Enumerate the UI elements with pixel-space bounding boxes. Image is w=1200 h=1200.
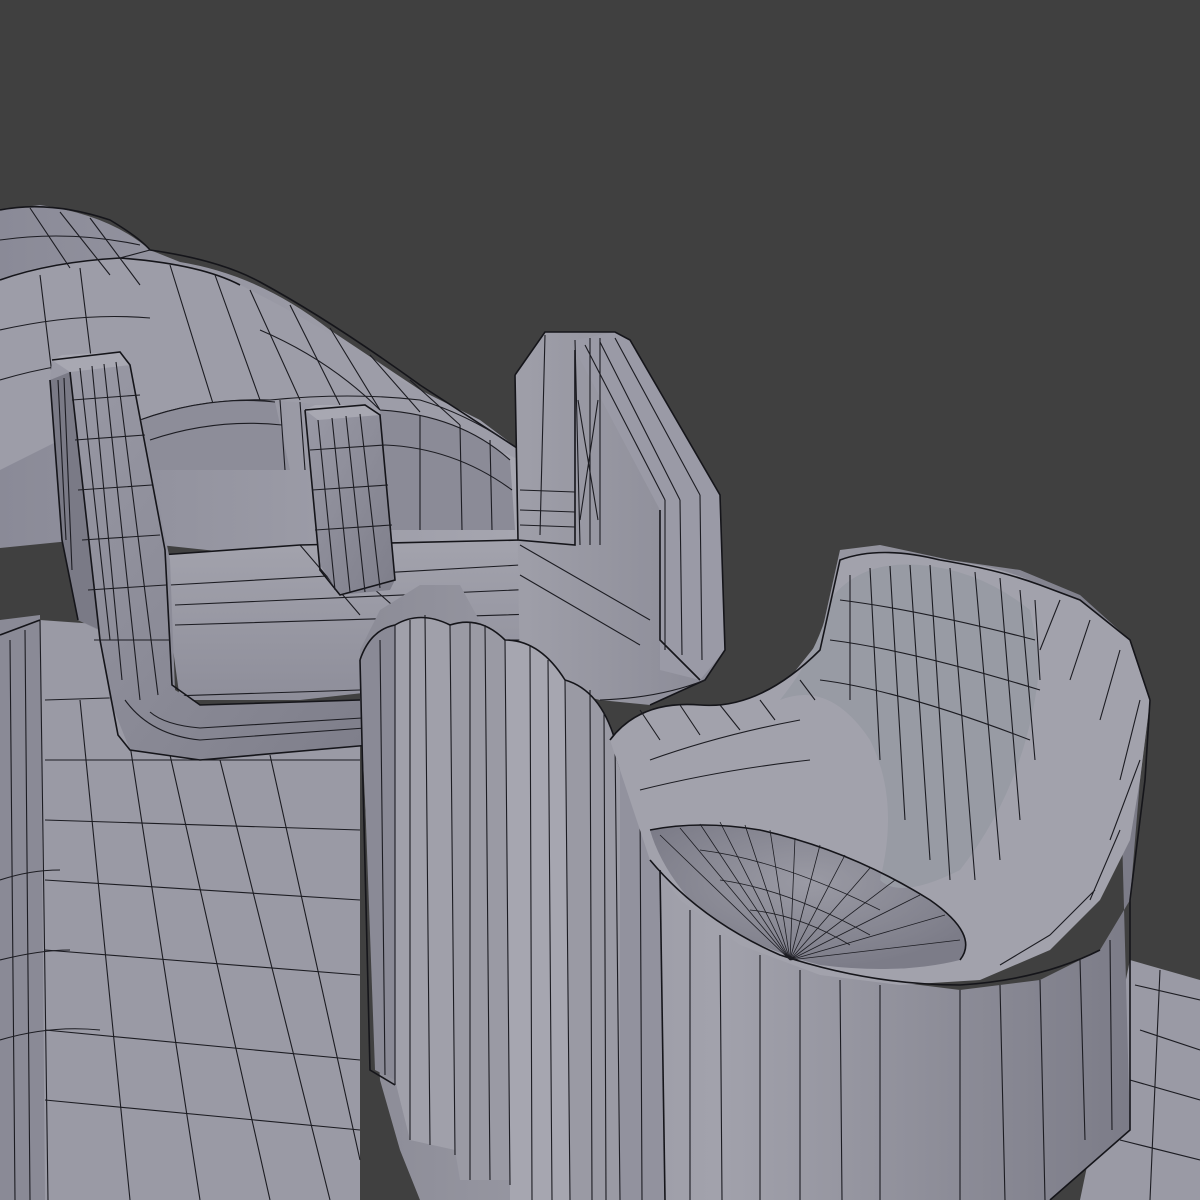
3d-viewport[interactable] <box>0 0 1200 1200</box>
right-fin[interactable] <box>514 331 726 706</box>
mesh-scene[interactable] <box>0 0 1200 1200</box>
fluted-cylinder-cup[interactable] <box>359 545 1151 1200</box>
